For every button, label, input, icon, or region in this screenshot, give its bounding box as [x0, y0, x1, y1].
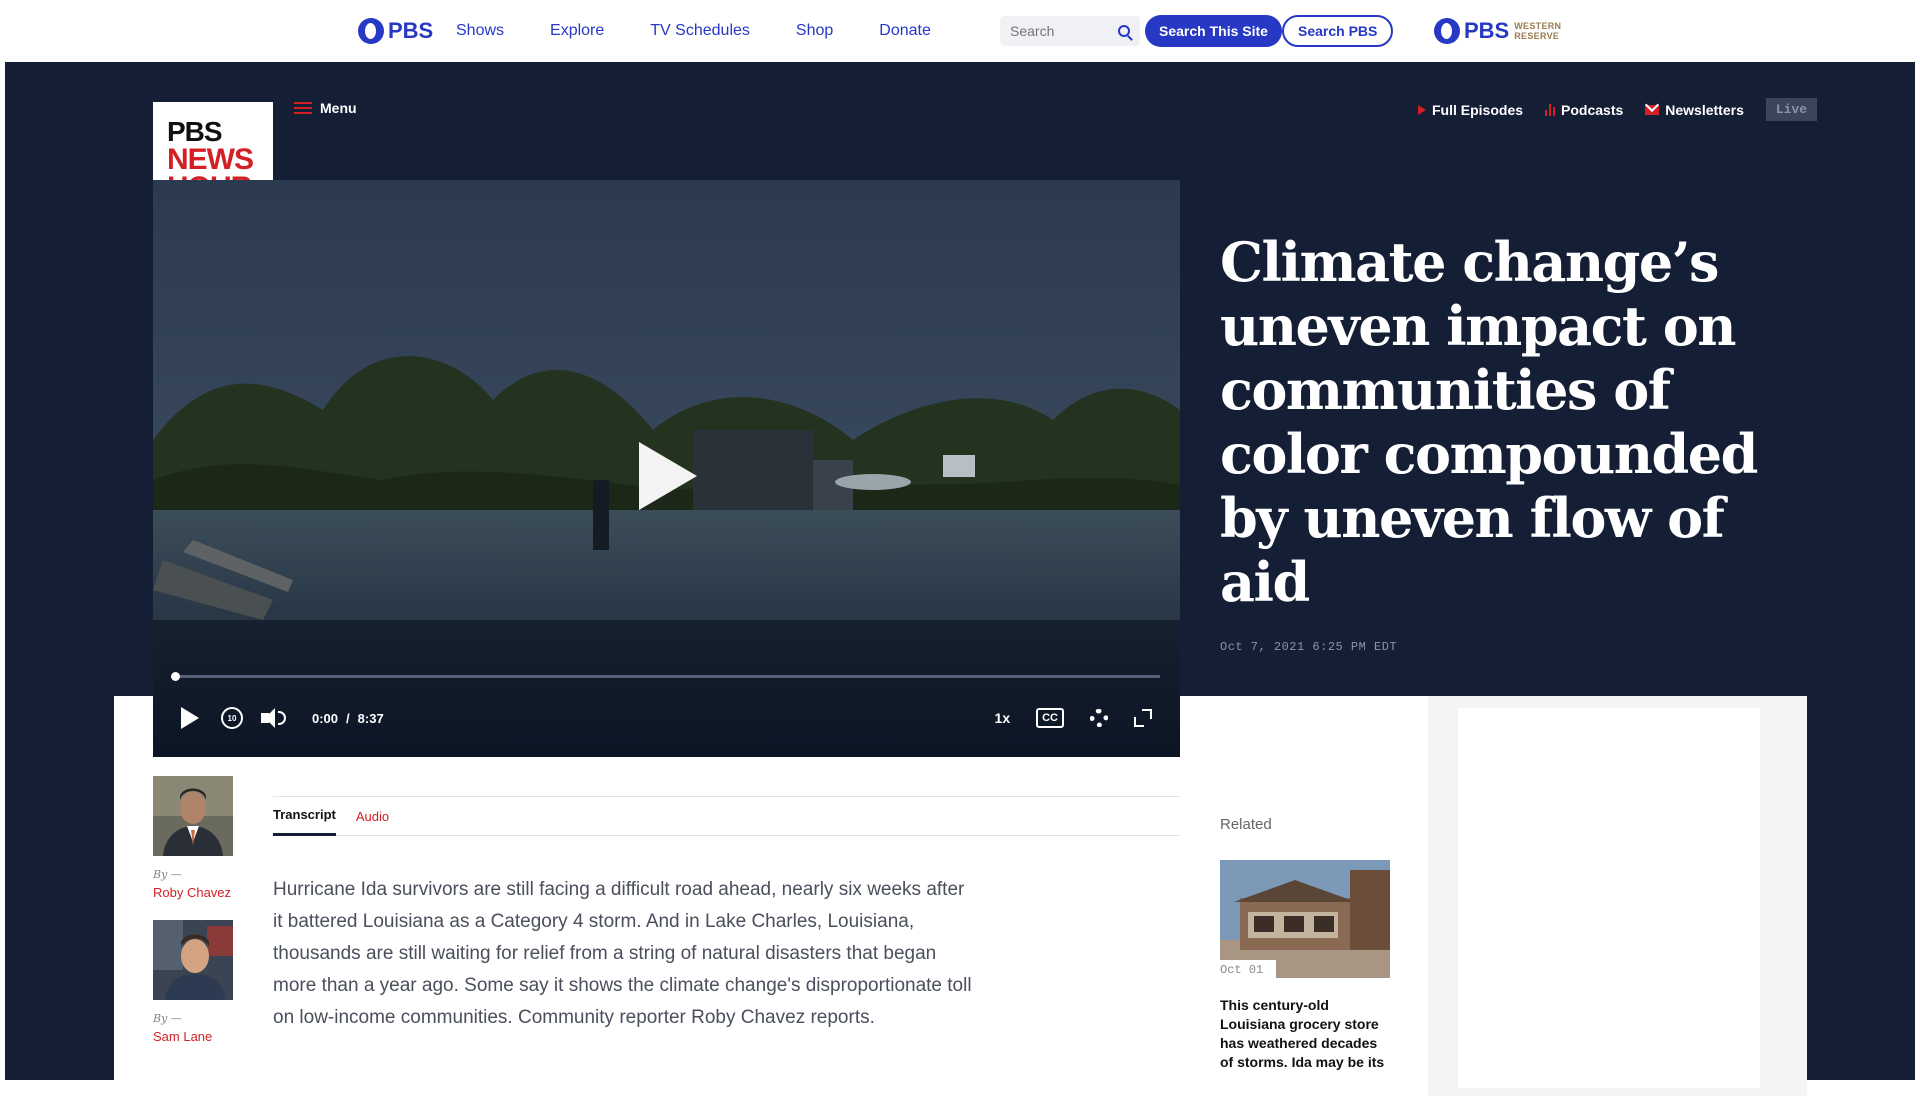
playback-speed-button[interactable]: 1x [995, 710, 1011, 726]
content-tabs: Transcript Audio [273, 796, 1180, 836]
nav-donate[interactable]: Donate [879, 22, 931, 40]
full-episodes-link[interactable]: Full Episodes [1418, 102, 1523, 118]
time-display: 0:00 / 8:37 [312, 710, 384, 726]
gear-icon[interactable] [1090, 709, 1108, 727]
podcast-bars-icon [1545, 103, 1556, 116]
play-overlay-icon[interactable] [639, 442, 697, 510]
tab-audio[interactable]: Audio [356, 796, 389, 836]
top-nav: Shows Explore TV Schedules Shop Donate [456, 0, 931, 62]
related-date: Oct 01 [1220, 960, 1276, 979]
nav-explore[interactable]: Explore [550, 22, 604, 40]
search-icon[interactable] [1118, 25, 1130, 37]
avatar [153, 776, 233, 856]
fullscreen-icon[interactable] [1134, 709, 1152, 727]
article-summary: Hurricane Ida survivors are still facing… [273, 879, 972, 1028]
nav-tv-schedules[interactable]: TV Schedules [650, 22, 750, 40]
search-input[interactable] [1010, 23, 1110, 39]
author-roby-chavez[interactable]: By — Roby Chavez [153, 776, 233, 900]
pbs-top-bar: PBS Shows Explore TV Schedules Shop Dona… [0, 0, 1920, 62]
search-this-site-button[interactable]: Search This Site [1145, 15, 1282, 47]
related-article-link[interactable]: This century-old Louisiana grocery store… [1220, 996, 1390, 1072]
closed-captions-icon[interactable]: CC [1036, 708, 1064, 728]
envelope-icon [1645, 104, 1660, 115]
station-name: WESTERN RESERVE [1514, 21, 1562, 41]
video-player[interactable]: 10 0:00 / 8:37 1x CC [153, 180, 1180, 757]
article-headline: Climate change’s uneven impact on commun… [1220, 230, 1758, 614]
newsletters-link[interactable]: Newsletters [1645, 102, 1744, 118]
author-name[interactable]: Sam Lane [153, 1029, 233, 1044]
play-icon[interactable] [181, 707, 199, 729]
nav-shows[interactable]: Shows [456, 22, 504, 40]
menu-button[interactable]: Menu [294, 100, 357, 116]
utility-nav: Full Episodes Podcasts Newsletters Live [1418, 98, 1818, 121]
podcasts-link[interactable]: Podcasts [1545, 102, 1623, 118]
video-progress-bar[interactable] [171, 672, 1160, 681]
pbs-head-icon [358, 18, 384, 44]
author-name[interactable]: Roby Chavez [153, 885, 233, 900]
volume-icon[interactable] [261, 708, 286, 728]
author-sam-lane[interactable]: By — Sam Lane [153, 920, 233, 1044]
ad-slot [1458, 708, 1760, 1088]
hamburger-icon [294, 102, 312, 114]
related-heading: Related [1220, 816, 1272, 833]
pbs-logo[interactable]: PBS [358, 16, 433, 46]
search-box [1000, 16, 1140, 46]
tab-transcript[interactable]: Transcript [273, 796, 336, 836]
live-button[interactable]: Live [1765, 98, 1818, 121]
search-pbs-button[interactable]: Search PBS [1282, 15, 1394, 47]
play-icon [1418, 104, 1426, 115]
current-time: 0:00 [312, 710, 339, 726]
avatar [153, 920, 233, 1000]
progress-handle[interactable] [171, 672, 180, 681]
station-logo[interactable]: PBS WESTERN RESERVE [1434, 16, 1574, 46]
replay-10-icon[interactable]: 10 [221, 707, 243, 729]
video-controls: 10 0:00 / 8:37 1x CC [153, 690, 1180, 746]
pbs-head-icon [1434, 18, 1460, 44]
duration: 8:37 [357, 710, 384, 726]
nav-shop[interactable]: Shop [796, 22, 833, 40]
article-dateline: Oct 7, 2021 6:25 PM EDT [1220, 640, 1398, 654]
